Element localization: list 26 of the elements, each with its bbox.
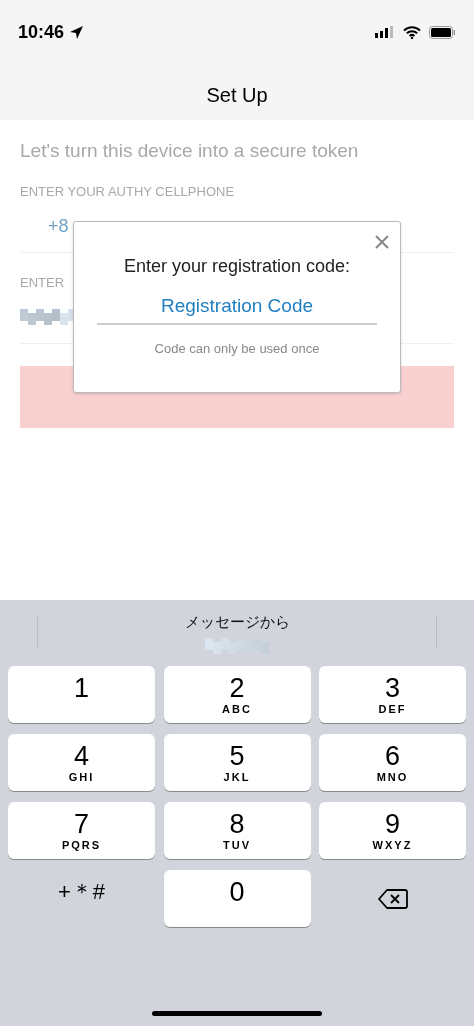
field-label: ENTER YOUR AUTHY CELLPHONE [20, 184, 235, 199]
keypad-key[interactable]: 6 MNO [319, 734, 466, 791]
keypad-key[interactable]: 5 JKL [163, 734, 311, 791]
battery-icon [429, 25, 456, 39]
screen-title: Set Up [205, 84, 269, 107]
country-code: +8 [48, 215, 69, 237]
keypad-key[interactable]: 9 WXYZ [319, 802, 466, 859]
keypad-key[interactable]: 4 GHI [8, 734, 155, 791]
symbols-key[interactable]: +＊# [8, 870, 155, 927]
signal-icon [375, 26, 395, 38]
dialog-hint: Code can only be used once [154, 341, 320, 356]
field-label: ENTER [20, 275, 65, 290]
keypad-key[interactable]: 7 PQRS [8, 802, 155, 859]
keypad-key[interactable]: 1 [8, 666, 155, 723]
close-icon[interactable] [374, 234, 390, 250]
status-time: 10:46 [18, 21, 65, 43]
autofill-suggestion[interactable]: メッセージから [184, 612, 290, 632]
location-arrow-icon [69, 24, 85, 40]
keypad-key[interactable]: 2 ABC [163, 666, 311, 723]
dialog-title: Enter your registration code: [123, 256, 351, 277]
wifi-icon [403, 25, 421, 39]
keypad-key[interactable]: 0 [163, 870, 311, 927]
keypad-key[interactable]: 3 DEF [319, 666, 466, 723]
keypad-key[interactable]: 8 TUV [163, 802, 311, 859]
setup-heading: Let's turn this device into a secure token [20, 139, 360, 162]
delete-key[interactable] [376, 886, 409, 911]
